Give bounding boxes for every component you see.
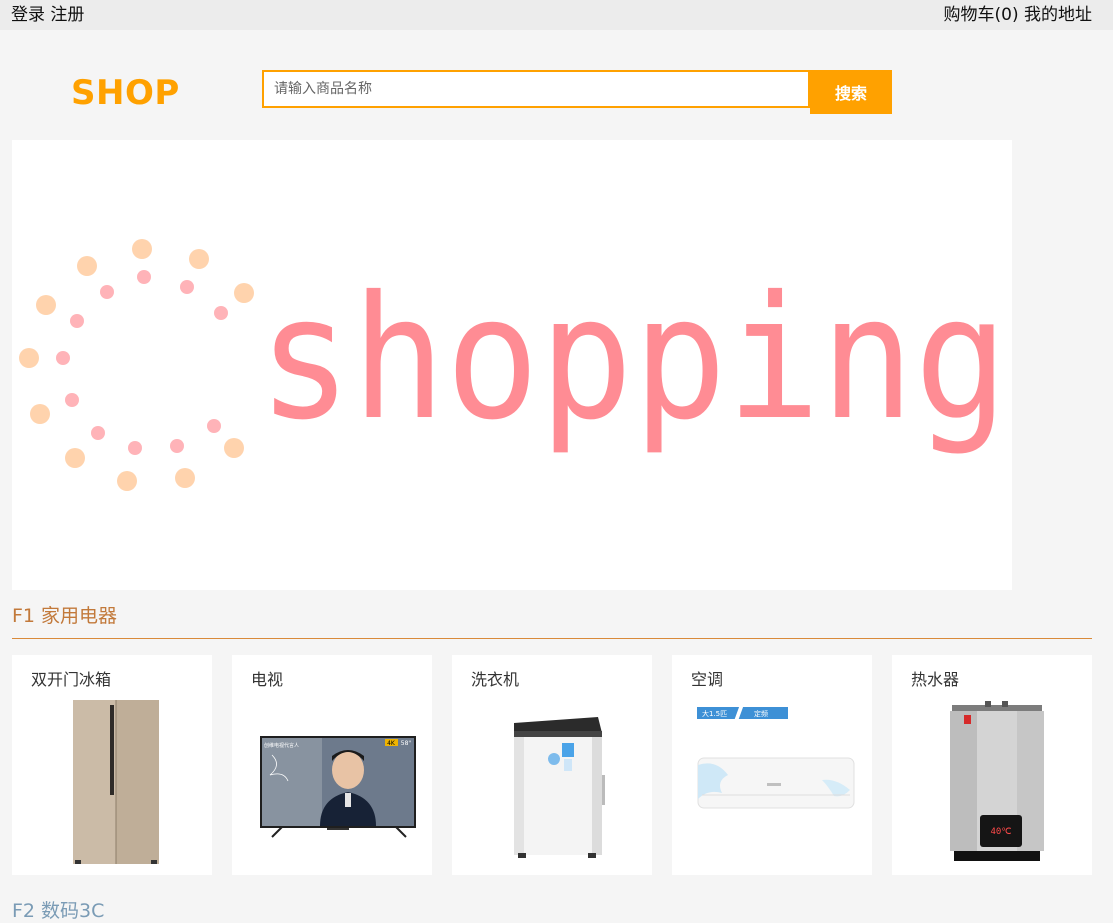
banner-title: shopping bbox=[258, 260, 1008, 458]
section-title-digital[interactable]: F2 数码3C bbox=[12, 899, 104, 923]
product-name: 洗衣机 bbox=[471, 670, 520, 689]
top-bar-right: 购物车(0) 我的地址 bbox=[944, 5, 1093, 25]
svg-text:定频: 定频 bbox=[754, 709, 768, 718]
search-input[interactable] bbox=[262, 70, 810, 108]
register-link[interactable]: 注册 bbox=[50, 5, 84, 25]
product-name: 热水器 bbox=[911, 670, 960, 689]
product-card[interactable]: 大1.5匹 定频 空调 bbox=[672, 655, 872, 875]
cart-link[interactable]: 购物车(0) bbox=[944, 5, 1019, 25]
product-name: 电视 bbox=[251, 670, 284, 689]
address-link[interactable]: 我的地址 bbox=[1024, 5, 1092, 25]
banner-graphic: shopping bbox=[19, 239, 1008, 491]
top-bar: 登录 注册 购物车(0) 我的地址 bbox=[0, 0, 1113, 30]
svg-text:创维电视代言人: 创维电视代言人 bbox=[264, 742, 299, 749]
search-button[interactable]: 搜索 bbox=[810, 70, 892, 114]
svg-text:40℃: 40℃ bbox=[991, 827, 1012, 837]
svg-text:大1.5匹: 大1.5匹 bbox=[702, 709, 727, 718]
product-card[interactable]: 4K 58" 创维电视代言人 电视 bbox=[232, 655, 432, 875]
svg-text:58": 58" bbox=[401, 740, 412, 747]
product-card[interactable]: 双开门冰箱 bbox=[12, 655, 212, 875]
section-title-appliances[interactable]: F1 家用电器 bbox=[12, 604, 117, 628]
product-name: 空调 bbox=[691, 670, 724, 689]
promo-banner[interactable]: shopping bbox=[12, 140, 1012, 590]
svg-text:4K: 4K bbox=[387, 740, 396, 747]
login-link[interactable]: 登录 bbox=[11, 5, 45, 25]
section-divider bbox=[12, 638, 1092, 639]
product-card[interactable]: 40℃ 热水器 bbox=[892, 655, 1092, 875]
loading-dots-graphic bbox=[19, 239, 254, 491]
product-name: 双开门冰箱 bbox=[31, 670, 112, 689]
top-bar-left: 登录 注册 bbox=[11, 5, 84, 25]
shop-logo[interactable]: SHOP bbox=[71, 74, 180, 112]
product-card[interactable]: 洗衣机 bbox=[452, 655, 652, 875]
